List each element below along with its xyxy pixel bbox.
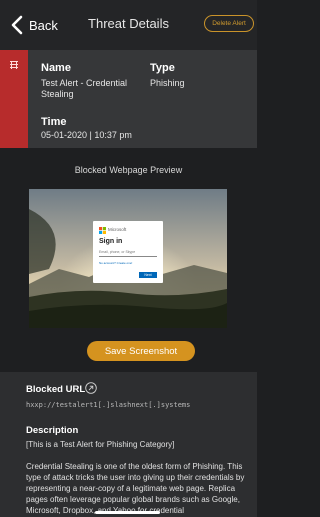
flag-icon [10,61,18,69]
link-icon[interactable] [85,382,97,394]
email-placeholder: Email, phone, or Skype [99,250,136,254]
sign-in-dialog: Microsoft Sign in Email, phone, or Skype… [93,221,163,283]
home-indicator[interactable] [95,511,160,514]
threat-detail-card: Name Test Alert - Credential Stealing Ty… [0,50,257,148]
nav-header: Back Threat Details Delete Alert [0,0,257,50]
microsoft-brand-text: Microsoft [108,227,127,232]
microsoft-logo-icon [99,227,106,234]
severity-bar [0,50,28,148]
preview-title: Blocked Webpage Preview [74,165,183,175]
type-value: Phishing [150,78,185,88]
blocked-url-value: hxxp://testalert1[.]slashnext[.]systems [26,401,191,409]
time-label: Time [41,116,67,128]
sign-in-heading: Sign in [99,238,123,245]
blocked-url-label: Blocked URL [26,384,86,395]
name-value: Test Alert - Credential Stealing [41,78,128,99]
description-body: Credential Stealing is one of the oldest… [26,462,245,515]
description-label: Description [26,425,79,436]
create-account-text: No account? Create one! [99,261,133,265]
save-screenshot-button[interactable]: Save Screenshot [87,341,195,361]
type-label: Type [150,62,175,74]
description-category: [This is a Test Alert for Phishing Categ… [26,440,175,449]
delete-alert-button[interactable]: Delete Alert [204,15,254,32]
email-underline [99,256,157,257]
time-value: 05-01-2020 | 10:37 pm [41,130,132,140]
next-button-preview: Next [139,272,157,278]
name-label: Name [41,62,71,74]
blocked-page-preview: Microsoft Sign in Email, phone, or Skype… [29,189,227,328]
